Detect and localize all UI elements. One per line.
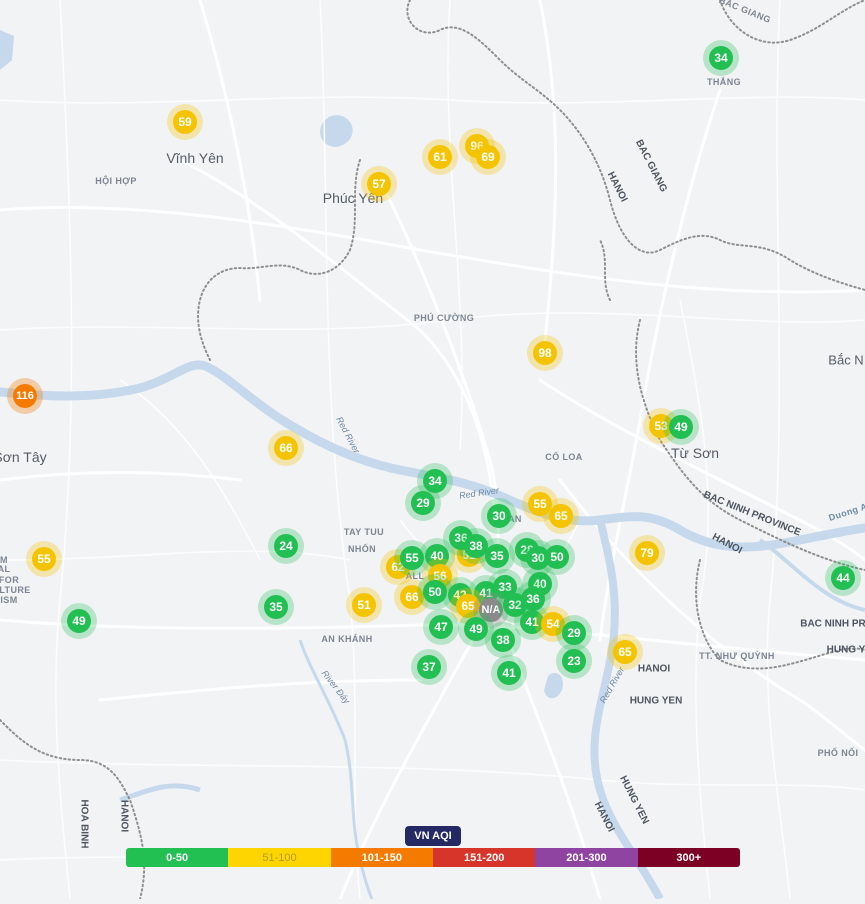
aqi-marker[interactable]: 47: [429, 615, 453, 639]
aqi-marker[interactable]: 65: [456, 594, 480, 618]
legend-segment-unhealthy: 151-200: [432, 848, 536, 867]
aqi-marker[interactable]: 41: [497, 661, 521, 685]
aqi-marker[interactable]: 30: [487, 504, 511, 528]
aqi-marker[interactable]: 69: [476, 145, 500, 169]
aqi-marker[interactable]: 34: [423, 469, 447, 493]
legend-title: VN AQI: [405, 826, 461, 846]
legend-segment-good: 0-50: [126, 848, 229, 867]
aqi-marker[interactable]: 37: [417, 655, 441, 679]
aqi-marker[interactable]: 35: [264, 595, 288, 619]
aqi-marker[interactable]: 59: [173, 110, 197, 134]
aqi-marker[interactable]: 44: [831, 566, 855, 590]
aqi-marker[interactable]: 57: [367, 172, 391, 196]
map-canvas[interactable]: BẮC GIANG THẮNG Vĩnh Yên HỘI HỢP Phúc Yê…: [0, 0, 865, 901]
aqi-marker[interactable]: 98: [533, 341, 557, 365]
aqi-marker[interactable]: 66: [274, 436, 298, 460]
aqi-marker[interactable]: 49: [67, 609, 91, 633]
aqi-marker[interactable]: 34: [709, 46, 733, 70]
aqi-marker[interactable]: 55: [32, 547, 56, 571]
aqi-marker[interactable]: 36: [521, 587, 545, 611]
aqi-marker[interactable]: 38: [491, 628, 515, 652]
aqi-marker[interactable]: 79: [635, 541, 659, 565]
aqi-marker[interactable]: 50: [423, 580, 447, 604]
aqi-marker[interactable]: 66: [400, 585, 424, 609]
aqi-marker[interactable]: 51: [352, 593, 376, 617]
aqi-marker[interactable]: 55: [400, 546, 424, 570]
aqi-marker[interactable]: 49: [669, 415, 693, 439]
aqi-marker[interactable]: 29: [562, 621, 586, 645]
legend-segment-hazardous: 300+: [637, 848, 740, 867]
aqi-marker[interactable]: 35: [485, 544, 509, 568]
aqi-marker[interactable]: 49: [464, 617, 488, 641]
legend-segment-very-unhealthy: 201-300: [535, 848, 638, 867]
aqi-marker[interactable]: 116: [13, 384, 37, 408]
legend-segment-moderate: 51-100: [228, 848, 331, 867]
aqi-marker[interactable]: 29: [411, 491, 435, 515]
legend-segment-usg: 101-150: [330, 848, 433, 867]
aqi-marker[interactable]: 23: [562, 649, 586, 673]
legend-bar: 0-50 51-100 101-150 151-200 201-300 300+: [126, 848, 740, 867]
aqi-marker[interactable]: 61: [428, 145, 452, 169]
aqi-marker[interactable]: 50: [545, 545, 569, 569]
aqi-marker[interactable]: 65: [613, 640, 637, 664]
aqi-marker[interactable]: 65: [549, 504, 573, 528]
basemap: [0, 0, 865, 901]
aqi-marker[interactable]: 24: [274, 534, 298, 558]
